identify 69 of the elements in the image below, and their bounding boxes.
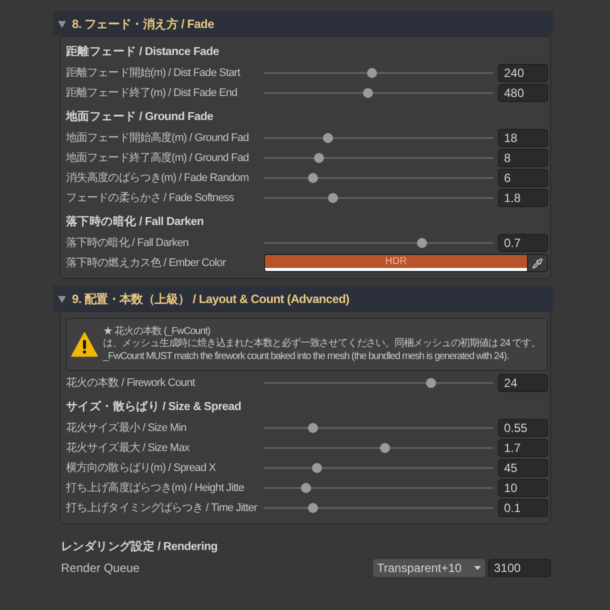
slider-thumb[interactable] — [308, 173, 318, 183]
number-field[interactable]: 0.55 — [498, 419, 548, 437]
section-foldout[interactable]: 9. 配置・本数（上級） / Layout & Count (Advanced) — [53, 286, 553, 311]
slider-thumb[interactable] — [308, 503, 318, 513]
slider-thumb[interactable] — [323, 133, 334, 143]
slider-track[interactable] — [264, 133, 493, 143]
group-heading: サイズ・散らばり / Size & Spread — [66, 400, 242, 416]
number-field[interactable]: 3100 — [488, 559, 551, 577]
number-field[interactable]: 240 — [498, 64, 548, 82]
slider-thumb[interactable] — [308, 423, 318, 433]
slider-thumb[interactable] — [426, 378, 436, 388]
field-label: 横方向の散らばり(m) / Spread X — [66, 460, 216, 476]
slider-track[interactable] — [264, 68, 493, 78]
group-heading: レンダリング設定 / Rendering — [61, 539, 218, 556]
field-label: Render Queue — [61, 560, 140, 577]
group-heading: 地面フェード / Ground Fade — [66, 109, 214, 126]
slider-track[interactable] — [264, 238, 493, 248]
field-label: 消失高度のばらつき(m) / Fade Random — [66, 170, 249, 186]
slider-track[interactable] — [264, 153, 493, 163]
slider-thumb[interactable] — [366, 68, 377, 78]
dropdown-caret-icon — [474, 566, 481, 570]
field-label: 距離フェード開始(m) / Dist Fade Start — [66, 66, 240, 81]
slider-track[interactable] — [264, 173, 493, 183]
number-field[interactable]: 8 — [498, 149, 548, 167]
hdr-label: HDR — [385, 256, 407, 268]
slider-thumb[interactable] — [417, 238, 428, 248]
slider-track[interactable] — [264, 423, 493, 433]
number-field[interactable]: 24 — [498, 374, 548, 392]
eyedropper-icon — [532, 258, 543, 268]
field-label: 打ち上げタイミングばらつき / Time Jitter — [66, 500, 257, 516]
number-field[interactable]: 18 — [498, 129, 548, 147]
slider-track[interactable] — [264, 88, 493, 98]
field-label: 打ち上げ高度ばらつき(m) / Height Jitte — [66, 480, 244, 496]
number-field[interactable]: 10 — [498, 479, 548, 497]
group-heading: 落下時の暗化 / Fall Darken — [66, 214, 204, 230]
slider-thumb[interactable] — [301, 483, 312, 493]
field-label: 落下時の暗化 / Fall Darken — [66, 236, 188, 251]
slider-track[interactable] — [264, 443, 493, 453]
queue-dropdown[interactable]: Transparent+10 — [373, 559, 485, 577]
slider-track[interactable] — [264, 503, 493, 513]
group-heading: 距離フェード / Distance Fade — [66, 44, 219, 60]
number-field[interactable]: 0.1 — [498, 499, 548, 517]
number-field[interactable]: 1.8 — [498, 189, 548, 207]
slider-track[interactable] — [264, 463, 493, 473]
field-label: 地面フェード終了高度(m) / Ground Fad — [66, 150, 249, 166]
field-label: 花火サイズ最大 / Size Max — [66, 440, 190, 456]
number-field[interactable]: 1.7 — [498, 439, 548, 457]
number-field[interactable]: 480 — [498, 84, 548, 102]
slider-thumb[interactable] — [362, 88, 373, 98]
slider-track[interactable] — [264, 193, 493, 203]
field-label: 花火の本数 / Firework Count — [66, 376, 195, 391]
field-label: 花火サイズ最小 / Size Min — [66, 420, 186, 436]
slider-thumb[interactable] — [380, 443, 390, 453]
field-label: 距離フェード終了(m) / Dist Fade End — [66, 86, 238, 101]
number-field[interactable]: 6 — [498, 169, 548, 187]
slider-thumb[interactable] — [314, 153, 324, 163]
slider-track[interactable] — [264, 378, 493, 388]
slider-track[interactable] — [264, 483, 493, 493]
eyedropper-button[interactable] — [527, 255, 547, 271]
warning-icon — [71, 332, 98, 357]
number-field[interactable]: 45 — [498, 459, 548, 477]
slider-thumb[interactable] — [312, 463, 322, 473]
field-label: 地面フェード開始高度(m) / Ground Fad — [66, 130, 249, 146]
warning-message: ★ 花火の本数 (_FwCount) は、メッシュ生成時に焼き込まれた本数と必ず一致させてください。同梱メッシュの初期値は 24 です。 _FwCount MUST match the firework count baked into the mesh (the bundled mesh is generated with 24). — [103, 326, 542, 364]
section-foldout[interactable]: 8. フェード・消え方 / Fade — [53, 11, 553, 36]
field-label: フェードの柔らかさ / Fade Softness — [66, 190, 234, 206]
slider-thumb[interactable] — [328, 193, 338, 203]
number-field[interactable]: 0.7 — [498, 234, 548, 252]
field-label: 落下時の燃えカス色 / Ember Color — [66, 256, 226, 271]
